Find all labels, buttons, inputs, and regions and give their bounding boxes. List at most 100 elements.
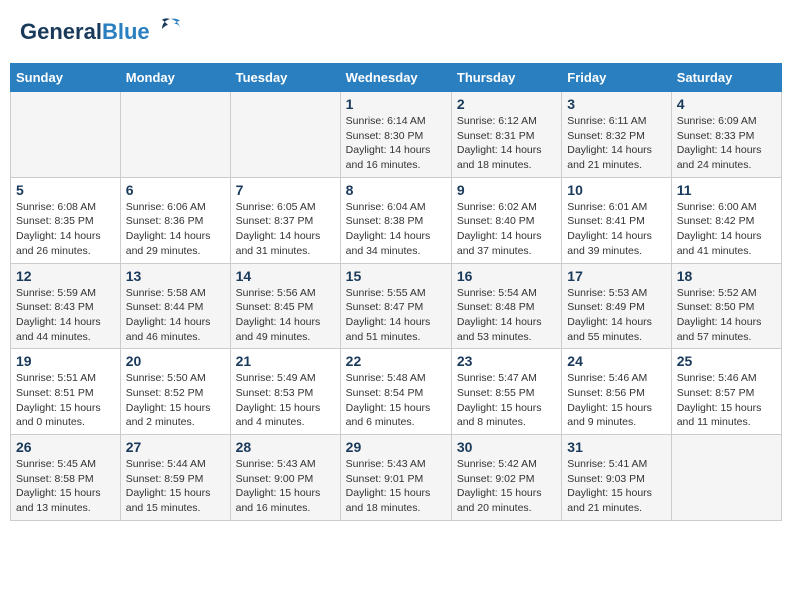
calendar-cell: 31 Sunrise: 5:41 AM Sunset: 9:03 PM Dayli… [562,435,671,521]
day-number: 25 [677,353,776,369]
logo-general: General [20,19,102,44]
day-info: Sunrise: 5:41 AM Sunset: 9:03 PM Dayligh… [567,457,665,516]
day-number: 10 [567,182,665,198]
calendar-cell: 29 Sunrise: 5:43 AM Sunset: 9:01 PM Dayli… [340,435,451,521]
col-header-sunday: Sunday [11,64,121,92]
col-header-thursday: Thursday [451,64,561,92]
day-info: Sunrise: 5:44 AM Sunset: 8:59 PM Dayligh… [126,457,225,516]
day-info: Sunrise: 5:59 AM Sunset: 8:43 PM Dayligh… [16,286,115,345]
calendar-cell [230,92,340,178]
calendar-cell: 23Sunrise: 5:47 AM Sunset: 8:55 PM Dayli… [451,349,561,435]
day-info: Sunrise: 6:02 AM Sunset: 8:40 PM Dayligh… [457,200,556,259]
col-header-wednesday: Wednesday [340,64,451,92]
day-info: Sunrise: 5:54 AM Sunset: 8:48 PM Dayligh… [457,286,556,345]
day-info: Sunrise: 6:08 AM Sunset: 8:35 PM Dayligh… [16,200,115,259]
calendar-cell: 22 Sunrise: 5:48 AM Sunset: 8:54 PM Dayli… [340,349,451,435]
day-number: 2 [457,96,556,112]
calendar-cell: 3Sunrise: 6:11 AM Sunset: 8:32 PM Daylig… [562,92,671,178]
col-header-tuesday: Tuesday [230,64,340,92]
calendar-cell [671,435,781,521]
day-number: 9 [457,182,556,198]
day-info: Sunrise: 6:05 AM Sunset: 8:37 PM Dayligh… [236,200,335,259]
calendar-cell: 8 Sunrise: 6:04 AM Sunset: 8:38 PM Daylig… [340,177,451,263]
day-number: 31 [567,439,665,455]
calendar-cell: 18 Sunrise: 5:52 AM Sunset: 8:50 PM Dayli… [671,263,781,349]
calendar-cell: 1 Sunrise: 6:14 AM Sunset: 8:30 PM Daylig… [340,92,451,178]
day-info: Sunrise: 6:00 AM Sunset: 8:42 PM Dayligh… [677,200,776,259]
day-number: 15 [346,268,446,284]
day-info: Sunrise: 5:58 AM Sunset: 8:44 PM Dayligh… [126,286,225,345]
day-info: Sunrise: 5:43 AM Sunset: 9:00 PM Dayligh… [236,457,335,516]
day-number: 5 [16,182,115,198]
day-number: 28 [236,439,335,455]
calendar-cell: 5 Sunrise: 6:08 AM Sunset: 8:35 PM Daylig… [11,177,121,263]
day-number: 4 [677,96,776,112]
day-info: Sunrise: 5:42 AM Sunset: 9:02 PM Dayligh… [457,457,556,516]
day-number: 14 [236,268,335,284]
logo-bird-icon [156,15,184,43]
calendar-cell: 30 Sunrise: 5:42 AM Sunset: 9:02 PM Dayli… [451,435,561,521]
day-number: 29 [346,439,446,455]
day-number: 12 [16,268,115,284]
day-info: Sunrise: 5:49 AM Sunset: 8:53 PM Dayligh… [236,371,335,430]
calendar-cell [120,92,230,178]
calendar-cell: 21 Sunrise: 5:49 AM Sunset: 8:53 PM Dayli… [230,349,340,435]
day-info: Sunrise: 5:46 AM Sunset: 8:56 PM Dayligh… [567,371,665,430]
calendar-cell: 9 Sunrise: 6:02 AM Sunset: 8:40 PM Daylig… [451,177,561,263]
day-info: Sunrise: 5:46 AM Sunset: 8:57 PM Dayligh… [677,371,776,430]
day-number: 21 [236,353,335,369]
calendar-cell: 26 Sunrise: 5:45 AM Sunset: 8:58 PM Dayli… [11,435,121,521]
day-info: Sunrise: 5:51 AM Sunset: 8:51 PM Dayligh… [16,371,115,430]
day-number: 20 [126,353,225,369]
calendar-cell: 25 Sunrise: 5:46 AM Sunset: 8:57 PM Dayli… [671,349,781,435]
day-info: Sunrise: 6:01 AM Sunset: 8:41 PM Dayligh… [567,200,665,259]
day-info: Sunrise: 5:50 AM Sunset: 8:52 PM Dayligh… [126,371,225,430]
day-number: 24 [567,353,665,369]
calendar-cell: 2 Sunrise: 6:12 AM Sunset: 8:31 PM Daylig… [451,92,561,178]
day-info: Sunrise: 5:53 AM Sunset: 8:49 PM Dayligh… [567,286,665,345]
day-number: 3 [567,96,665,112]
calendar-cell: 12 Sunrise: 5:59 AM Sunset: 8:43 PM Dayli… [11,263,121,349]
day-number: 1 [346,96,446,112]
day-info: Sunrise: 6:06 AM Sunset: 8:36 PM Dayligh… [126,200,225,259]
day-number: 26 [16,439,115,455]
calendar-cell: 28 Sunrise: 5:43 AM Sunset: 9:00 PM Dayli… [230,435,340,521]
calendar-table: SundayMondayTuesdayWednesdayThursdayFrid… [10,63,782,521]
day-number: 23 [457,353,556,369]
day-number: 19 [16,353,115,369]
calendar-cell: 17 Sunrise: 5:53 AM Sunset: 8:49 PM Dayli… [562,263,671,349]
day-info: Sunrise: 6:04 AM Sunset: 8:38 PM Dayligh… [346,200,446,259]
calendar-cell: 11 Sunrise: 6:00 AM Sunset: 8:42 PM Dayli… [671,177,781,263]
day-info: Sunrise: 5:52 AM Sunset: 8:50 PM Dayligh… [677,286,776,345]
day-info: Sunrise: 6:09 AM Sunset: 8:33 PM Dayligh… [677,114,776,173]
day-number: 13 [126,268,225,284]
day-number: 22 [346,353,446,369]
logo-blue: Blue [102,19,150,44]
calendar-cell: 15Sunrise: 5:55 AM Sunset: 8:47 PM Dayli… [340,263,451,349]
calendar-cell: 20 Sunrise: 5:50 AM Sunset: 8:52 PM Dayli… [120,349,230,435]
day-number: 16 [457,268,556,284]
calendar-cell: 24 Sunrise: 5:46 AM Sunset: 8:56 PM Dayli… [562,349,671,435]
day-number: 11 [677,182,776,198]
day-number: 27 [126,439,225,455]
day-info: Sunrise: 5:43 AM Sunset: 9:01 PM Dayligh… [346,457,446,516]
page-header: GeneralBlue [10,10,782,53]
day-number: 17 [567,268,665,284]
day-number: 7 [236,182,335,198]
calendar-cell: 4 Sunrise: 6:09 AM Sunset: 8:33 PM Daylig… [671,92,781,178]
col-header-saturday: Saturday [671,64,781,92]
day-number: 6 [126,182,225,198]
day-info: Sunrise: 6:14 AM Sunset: 8:30 PM Dayligh… [346,114,446,173]
calendar-cell: 27 Sunrise: 5:44 AM Sunset: 8:59 PM Dayli… [120,435,230,521]
calendar-cell: 19 Sunrise: 5:51 AM Sunset: 8:51 PM Dayli… [11,349,121,435]
day-info: Sunrise: 6:12 AM Sunset: 8:31 PM Dayligh… [457,114,556,173]
day-info: Sunrise: 5:56 AM Sunset: 8:45 PM Dayligh… [236,286,335,345]
day-info: Sunrise: 5:48 AM Sunset: 8:54 PM Dayligh… [346,371,446,430]
calendar-cell: 16 Sunrise: 5:54 AM Sunset: 8:48 PM Dayli… [451,263,561,349]
day-number: 18 [677,268,776,284]
day-number: 8 [346,182,446,198]
day-info: Sunrise: 5:45 AM Sunset: 8:58 PM Dayligh… [16,457,115,516]
calendar-cell: 10 Sunrise: 6:01 AM Sunset: 8:41 PM Dayli… [562,177,671,263]
calendar-cell [11,92,121,178]
day-number: 30 [457,439,556,455]
